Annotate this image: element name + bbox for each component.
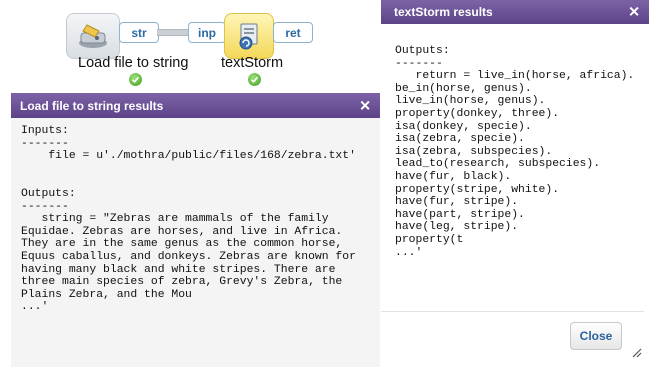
output-line: property(t (395, 233, 464, 246)
output-line: Plains Zebra, and the Mou (21, 288, 192, 301)
results-text: Outputs: ------- return = live_in(horse, … (381, 24, 649, 367)
close-icon[interactable]: ✕ (359, 98, 371, 112)
panel-title: textStorm results (394, 5, 493, 19)
output-line: live_in(horse, genus). (395, 95, 546, 108)
refresh-doc-icon (239, 23, 258, 50)
output-line: have(fur, black). (395, 170, 512, 183)
output-line: file = u'./mothra/public/files/168/zebra… (21, 150, 356, 163)
textstorm-node-label: textStorm (221, 55, 284, 71)
output-line: having many black and white stripes. The… (21, 263, 336, 276)
output-line: property(stripe, white). (395, 183, 560, 196)
output-line: be_in(horse, genus). (395, 82, 532, 95)
connection-line[interactable] (157, 29, 188, 36)
output-line: Outputs: (395, 45, 450, 57)
output-line: Outputs: (21, 187, 76, 200)
check-icon (248, 73, 261, 86)
panel-header[interactable]: Load file to string results ✕ (11, 93, 380, 118)
output-line: isa(zebra, subspecies). (395, 145, 553, 158)
port-inp[interactable]: inp (188, 22, 226, 43)
port-ret[interactable]: ret (273, 22, 313, 43)
load-file-results-panel: Load file to string results ✕ Inputs: ---… (11, 93, 380, 367)
footer-divider (381, 311, 644, 312)
output-line: have(fur, stripe). (395, 196, 519, 209)
output-line: ------- (21, 137, 69, 150)
output-line: ...' (395, 246, 423, 259)
disk-icon (79, 24, 107, 48)
panel-header[interactable]: textStorm results ✕ (381, 0, 649, 24)
output-line: ------- (395, 57, 443, 70)
results-text: Inputs: ------- file = u'./mothra/public/… (11, 118, 380, 367)
output-line: isa(zebra, specie). (395, 133, 525, 146)
load-file-node[interactable] (66, 13, 120, 59)
output-line: Equus caballus, and donkeys. Zebras are … (21, 250, 356, 263)
output-line: isa(donkey, specie). (395, 120, 532, 133)
output-line: ...' (21, 301, 49, 314)
output-line: three main species of zebra, Grevy's Zeb… (21, 276, 343, 289)
output-line: They are in the same genus as the common… (21, 238, 343, 251)
textstorm-node[interactable] (224, 13, 274, 59)
panel-title: Load file to string results (20, 98, 164, 113)
load-file-node-label: Load file to string (78, 55, 189, 71)
close-button[interactable]: Close (570, 322, 622, 350)
resize-grip-icon[interactable] (630, 346, 642, 358)
output-line: string = "Zebras are mammals of the fami… (21, 213, 329, 226)
output-line: lead_to(research, subspecies). (395, 158, 601, 171)
check-icon (129, 73, 142, 86)
close-icon[interactable]: ✕ (628, 5, 640, 19)
output-line: have(leg, stripe). (395, 221, 519, 234)
output-line: Equidae. Zebras are horses, and live in … (21, 225, 343, 238)
output-line: property(donkey, three). (395, 107, 560, 120)
output-line: ------- (21, 200, 69, 213)
output-line: have(part, stripe). (395, 208, 525, 221)
port-str[interactable]: str (119, 22, 159, 43)
output-line: return = live_in(horse, africa). (395, 70, 635, 83)
output-line: Inputs: (21, 125, 69, 137)
